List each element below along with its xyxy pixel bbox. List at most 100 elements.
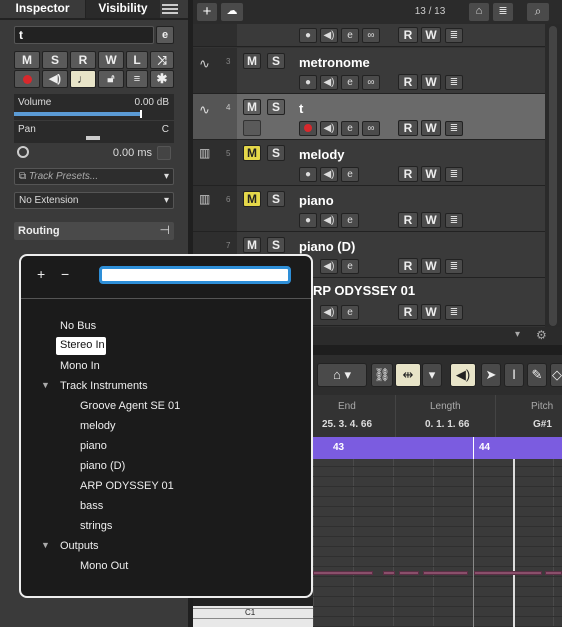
add-track-icon[interactable]: + — [197, 3, 217, 21]
solo-button[interactable]: S — [267, 53, 285, 69]
end-value[interactable]: 25. 3. 4. 66 — [322, 419, 372, 430]
extension-select[interactable]: No Extension ▾ — [14, 192, 174, 209]
routing-search-input[interactable] — [99, 266, 291, 284]
mute-button[interactable]: M — [14, 51, 40, 69]
volume-fader[interactable]: Volume 0.00 dB — [14, 94, 174, 120]
read-automation-button[interactable]: R — [70, 51, 96, 69]
track-name-field[interactable]: t — [14, 26, 154, 44]
ruler[interactable]: 43 44 — [313, 437, 562, 459]
record-icon[interactable]: ● — [299, 167, 317, 182]
track-presets-field[interactable]: ⧉ Track Presets... ▾ — [14, 168, 174, 185]
edit-icon[interactable]: e — [341, 167, 359, 182]
track-row[interactable]: ∿ 3 M S metronome ● ◀) e ∞ R W ≣ — [193, 48, 545, 94]
track-row-selected[interactable]: ∿ 4 M S t ◀) e ∞ R W ≣ — [193, 94, 545, 140]
read-button[interactable]: R — [398, 120, 418, 136]
routing-item-mono-out[interactable]: Mono Out — [80, 560, 128, 572]
edit-instrument-icon[interactable]: e — [156, 26, 174, 44]
pencil-icon[interactable]: ✎ — [527, 363, 547, 387]
length-value[interactable]: 0. 1. 1. 66 — [425, 419, 469, 430]
read-button[interactable]: R — [398, 166, 418, 182]
mute-button-active[interactable]: M — [243, 191, 261, 207]
link-icon[interactable]: ∞ — [362, 75, 380, 90]
edit-icon[interactable]: e — [341, 213, 359, 228]
collapse-icon[interactable]: ⤨ — [150, 51, 174, 69]
track-scrollbar[interactable] — [545, 24, 562, 327]
lanes-icon[interactable]: ≣ — [445, 213, 463, 228]
routing-item-bass[interactable]: bass — [80, 500, 103, 512]
lanes-icon[interactable]: ≣ — [445, 75, 463, 90]
chevron-down-icon[interactable]: ▾ — [422, 363, 442, 387]
lanes-icon[interactable]: ≣ — [445, 28, 463, 43]
menu-icon[interactable] — [162, 2, 178, 16]
edit-icon[interactable]: e — [341, 259, 359, 274]
read-button[interactable]: R — [398, 27, 418, 43]
track-row[interactable]: ● ◀) e ∞ R W ≣ — [193, 24, 545, 47]
freeze-icon[interactable]: ✱ — [150, 70, 174, 88]
track-name[interactable]: melody — [299, 147, 345, 162]
mute-button-active[interactable]: M — [243, 145, 261, 161]
record-enable-button[interactable] — [14, 70, 40, 88]
channel-color-swatch[interactable] — [243, 120, 261, 136]
pitch-value[interactable]: G#1 — [533, 419, 552, 430]
lanes-icon[interactable]: ≣ — [445, 167, 463, 182]
edit-icon[interactable]: e — [341, 305, 359, 320]
lanes-icon[interactable]: ≡ — [126, 70, 148, 88]
search-icon[interactable]: ⌕ — [527, 3, 549, 21]
track-name[interactable]: metronome — [299, 55, 370, 70]
lanes-icon[interactable]: ≣ — [445, 259, 463, 274]
link-icon[interactable]: ∞ — [362, 121, 380, 136]
write-button[interactable]: W — [421, 212, 441, 228]
pan-control[interactable]: Pan C — [14, 121, 174, 143]
track-name[interactable]: piano (D) — [299, 239, 355, 254]
read-button[interactable]: R — [398, 258, 418, 274]
edit-icon[interactable]: e — [341, 121, 359, 136]
write-button[interactable]: W — [421, 27, 441, 43]
solo-button[interactable]: S — [267, 237, 285, 253]
expand-triangle-icon[interactable]: ▼ — [41, 380, 50, 390]
routing-item-strings[interactable]: strings — [80, 520, 112, 532]
note-grid[interactable] — [313, 459, 562, 627]
add-button[interactable]: + — [37, 266, 45, 282]
write-automation-button[interactable]: W — [98, 51, 124, 69]
visibility-icon[interactable]: ⌂ — [469, 3, 489, 21]
record-icon[interactable]: ● — [299, 75, 317, 90]
write-button[interactable]: W — [421, 74, 441, 90]
track-name[interactable]: piano — [299, 193, 334, 208]
write-button[interactable]: W — [421, 258, 441, 274]
lock-button[interactable]: L — [126, 51, 148, 69]
piano-keyboard[interactable]: C1 — [193, 598, 313, 627]
track-row[interactable]: ▥ 5 M S melody ● ◀) e R W ≣ — [193, 140, 545, 186]
track-name[interactable]: RP ODYSSEY 01 — [313, 283, 415, 298]
routing-item-piano-d[interactable]: piano (D) — [80, 460, 125, 472]
write-button[interactable]: W — [421, 120, 441, 136]
link-icon[interactable]: ⛓ — [371, 363, 393, 387]
link-icon[interactable]: ∞ — [362, 28, 380, 43]
range-select-icon[interactable]: Ⅰ — [504, 363, 524, 387]
routing-item-groove-agent[interactable]: Groove Agent SE 01 — [80, 400, 180, 412]
tab-inspector[interactable]: Inspector — [0, 0, 86, 18]
routing-item-melody[interactable]: melody — [80, 420, 115, 432]
routing-group-outputs[interactable]: Outputs — [60, 540, 99, 552]
routing-item-no-bus[interactable]: No Bus — [60, 320, 96, 332]
eraser-icon[interactable]: ◇ — [550, 363, 562, 387]
write-button[interactable]: W — [421, 304, 441, 320]
monitor-icon[interactable]: ◀) — [320, 167, 338, 182]
routing-item-mono-in[interactable]: Mono In — [60, 360, 100, 372]
solo-button[interactable]: S — [42, 51, 68, 69]
acoustic-feedback-icon[interactable]: ◀) — [450, 363, 476, 387]
edit-icon[interactable]: e — [341, 28, 359, 43]
tab-visibility[interactable]: Visibility — [86, 0, 160, 18]
delay-control[interactable]: 0.00 ms — [14, 144, 174, 162]
monitor-icon[interactable]: ◀) — [320, 213, 338, 228]
snap-icon[interactable]: ⇹ — [395, 363, 421, 387]
monitor-icon[interactable]: ◀) — [320, 121, 338, 136]
remove-button[interactable]: − — [61, 266, 69, 282]
mute-button[interactable]: M — [243, 99, 261, 115]
timebase-musical-icon[interactable]: ♩ — [70, 70, 96, 88]
lock-icon[interactable]: 🔓︎ — [98, 70, 124, 88]
routing-item-stereo-in[interactable]: Stereo In — [56, 337, 106, 355]
mute-button[interactable]: M — [243, 53, 261, 69]
monitor-icon[interactable]: ◀) — [320, 75, 338, 90]
visibility-dropdown[interactable]: ⌂ ▾ — [317, 363, 367, 387]
routing-section-header[interactable]: Routing ⊣ — [14, 222, 174, 240]
